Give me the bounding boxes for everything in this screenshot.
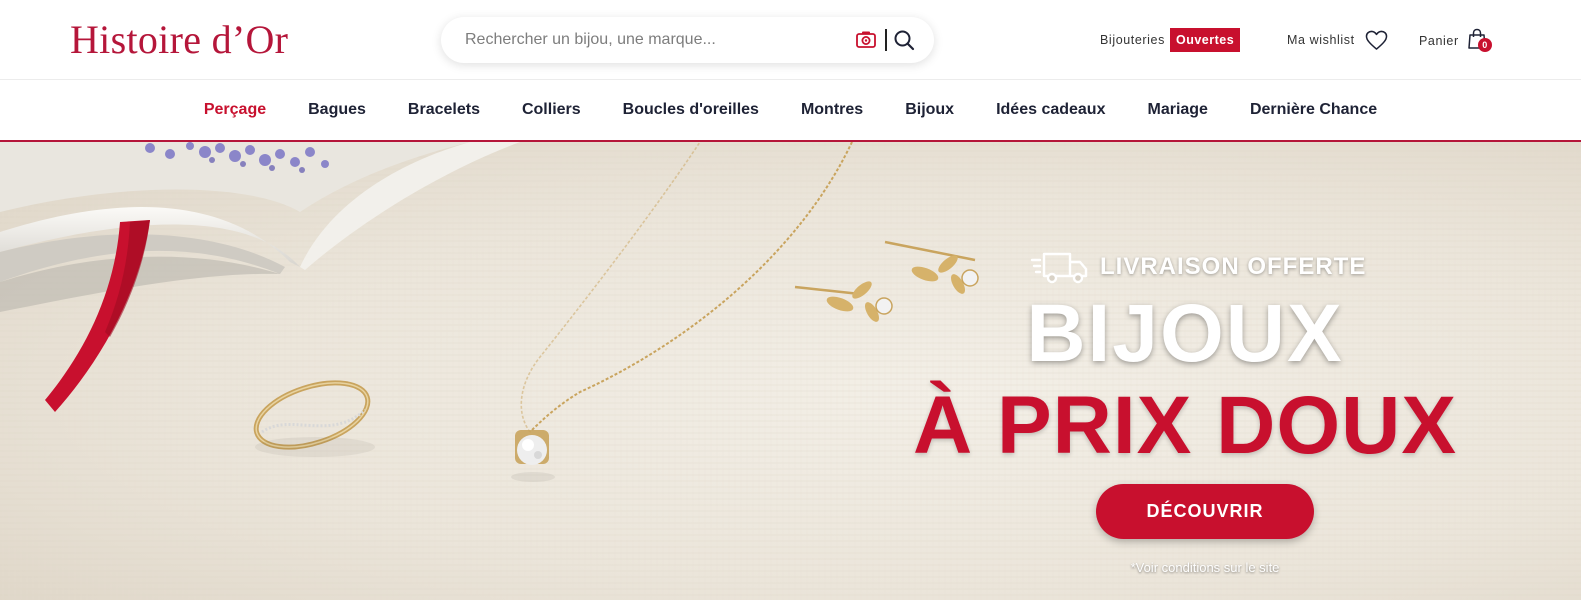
nav-item-mariage[interactable]: Mariage [1147, 101, 1207, 119]
wishlist-link[interactable]: Ma wishlist [1287, 28, 1388, 52]
nav-item-idees-cadeaux[interactable]: Idées cadeaux [996, 101, 1105, 119]
hero-headline-line1: BIJOUX [1026, 288, 1344, 379]
stores-status-badge: Ouvertes [1169, 28, 1241, 52]
hero-headline-line2: À PRIX DOUX [912, 380, 1458, 471]
free-delivery-text: LIVRAISON OFFERTE [1100, 253, 1367, 280]
main-navigation: Perçage Bagues Bracelets Colliers Boucle… [0, 80, 1581, 142]
nav-item-colliers[interactable]: Colliers [522, 101, 581, 119]
nav-item-derniere-chance[interactable]: Dernière Chance [1250, 101, 1377, 119]
nav-item-bijoux[interactable]: Bijoux [905, 101, 954, 119]
stores-label: Bijouteries [1100, 33, 1165, 47]
brand-logo[interactable]: Histoire d’Or [70, 18, 288, 62]
free-delivery-banner: LIVRAISON OFFERTE [1030, 247, 1366, 287]
search-divider [885, 29, 887, 51]
heart-icon [1365, 30, 1388, 50]
truck-icon [1030, 252, 1088, 284]
search-icon[interactable] [893, 29, 915, 51]
nav-item-bagues[interactable]: Bagues [308, 101, 366, 119]
camera-icon[interactable] [855, 29, 877, 51]
nav-item-bracelets[interactable]: Bracelets [408, 101, 480, 119]
nav-item-boucles-doreilles[interactable]: Boucles d'oreilles [623, 101, 759, 119]
discover-button[interactable]: DÉCOUVRIR [1096, 484, 1314, 539]
cart-link[interactable]: Panier 0 [1419, 28, 1492, 54]
search-bar [441, 17, 934, 63]
wishlist-label: Ma wishlist [1287, 33, 1355, 47]
hero-banner[interactable]: LIVRAISON OFFERTE BIJOUX À PRIX DOUX DÉC… [0, 142, 1581, 600]
site-header: Histoire d’Or Bijouteries Ouvertes Ma wi… [0, 0, 1581, 80]
cart-count-badge: 0 [1477, 38, 1492, 52]
nav-item-percage[interactable]: Perçage [204, 101, 266, 119]
conditions-note[interactable]: *Voir conditions sur le site [905, 560, 1505, 575]
cart-icon-wrapper: 0 [1467, 28, 1492, 54]
stores-open-link[interactable]: Bijouteries Ouvertes [1100, 28, 1241, 52]
cart-label: Panier [1419, 34, 1459, 48]
search-input[interactable] [465, 17, 845, 63]
nav-item-montres[interactable]: Montres [801, 101, 863, 119]
